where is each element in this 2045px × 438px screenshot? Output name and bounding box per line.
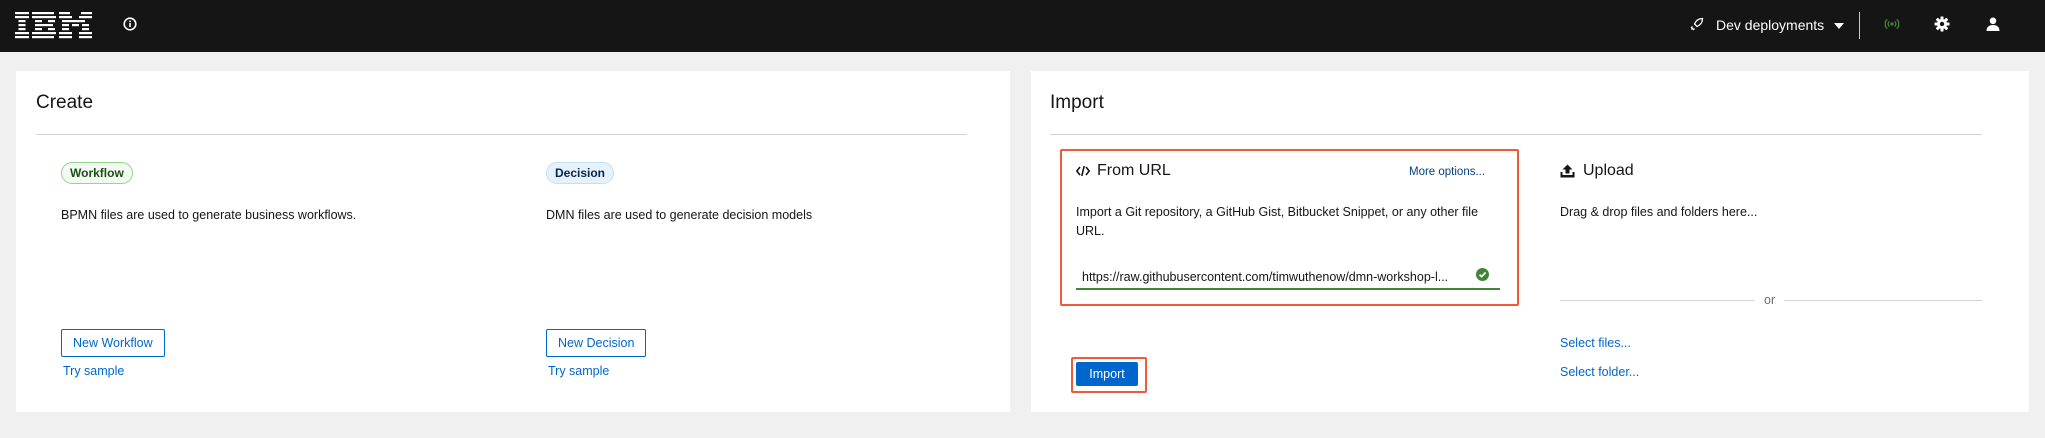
create-title: Create [36, 92, 94, 113]
caret-down-icon [1834, 17, 1845, 33]
upload-icon [1560, 164, 1575, 178]
import-title: Import [1050, 92, 1104, 113]
from-url-description: Import a Git repository, a GitHub Gist, … [1076, 203, 1478, 241]
url-input[interactable] [1076, 265, 1500, 290]
workflow-description: BPMN files are used to generate business… [61, 208, 357, 222]
dev-deployments-label: Dev deployments [1716, 17, 1825, 33]
import-button-highlight: Import [1071, 357, 1147, 393]
ibm-logo-icon [15, 12, 92, 39]
decision-description: DMN files are used to generate decision … [546, 208, 813, 222]
more-options-link[interactable]: More options... [1409, 166, 1485, 178]
masthead: Dev deployments [0, 0, 2045, 52]
workflow-try-sample-link[interactable]: Try sample [63, 364, 124, 378]
dev-deployments-dropdown[interactable]: Dev deployments [1690, 14, 1845, 36]
new-decision-button[interactable]: New Decision [546, 329, 647, 357]
user-profile-icon[interactable] [1985, 16, 2001, 37]
from-url-description-line2: URL. [1076, 224, 1105, 238]
or-divider-left [1560, 300, 1754, 301]
upload-label: Upload [1583, 162, 1634, 179]
valid-check-icon [1476, 268, 1489, 286]
workflow-badge: Workflow [61, 162, 133, 184]
create-panel: Create Workflow BPMN files are used to g… [16, 71, 1010, 412]
code-icon [1076, 165, 1090, 177]
decision-try-sample-link[interactable]: Try sample [548, 364, 609, 378]
or-divider-right [1784, 300, 1982, 301]
or-label: or [1764, 293, 1776, 307]
import-button[interactable]: Import [1076, 362, 1138, 386]
about-info-icon[interactable] [123, 17, 137, 36]
ibm-logo[interactable] [15, 10, 95, 45]
new-workflow-button[interactable]: New Workflow [61, 329, 165, 357]
select-files-link[interactable]: Select files... [1560, 336, 1631, 350]
settings-gear-icon[interactable] [1934, 16, 1950, 37]
decision-badge: Decision [546, 162, 615, 184]
from-url-label: From URL [1097, 162, 1171, 179]
import-divider [1050, 134, 1982, 135]
connection-status-icon[interactable] [1884, 16, 1900, 37]
create-divider [36, 134, 967, 135]
rocket-icon [1690, 17, 1704, 34]
from-url-description-line1: Import a Git repository, a GitHub Gist, … [1076, 205, 1479, 219]
upload-title: Upload [1560, 162, 1634, 180]
select-folder-link[interactable]: Select folder... [1560, 365, 1639, 379]
from-url-title: From URL [1076, 162, 1171, 180]
masthead-divider [1859, 12, 1860, 39]
upload-description: Drag & drop files and folders here... [1560, 205, 1758, 219]
